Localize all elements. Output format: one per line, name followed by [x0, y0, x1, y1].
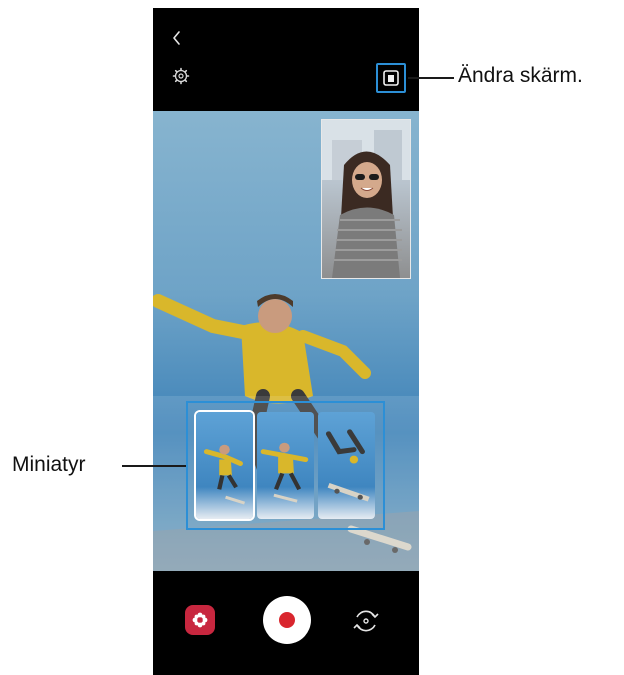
thumbnail-3[interactable]: [318, 412, 375, 519]
thumbnail-callout-line: [122, 465, 186, 467]
camera-viewfinder[interactable]: [153, 111, 419, 571]
chevron-left-icon: [173, 31, 180, 45]
settings-button[interactable]: [171, 66, 191, 86]
phone-screen: [153, 8, 419, 675]
thumbnail-2[interactable]: [257, 412, 314, 519]
change-screen-callout-line: [408, 77, 454, 79]
switch-camera-button[interactable]: [350, 605, 382, 637]
record-button[interactable]: [263, 596, 311, 644]
gear-icon: [172, 67, 190, 85]
thumbnail-1-image: [203, 444, 246, 505]
thumbnail-3-image: [325, 429, 370, 502]
record-icon: [279, 612, 295, 628]
camera-bottom-bar: [153, 571, 419, 675]
change-screen-callout-label: Ändra skärm.: [458, 64, 583, 87]
selfie-image: [322, 120, 410, 278]
camera-top-bar: [153, 8, 419, 111]
gallery-button[interactable]: [185, 605, 215, 635]
thumbnail-group[interactable]: [186, 401, 385, 530]
thumbnail-2-image: [260, 442, 309, 503]
thumbnail-1[interactable]: [196, 412, 253, 519]
change-screen-icon: [383, 70, 399, 86]
gallery-icon: [192, 612, 208, 628]
back-button[interactable]: [167, 28, 187, 48]
switch-camera-icon: [353, 610, 379, 632]
change-screen-button[interactable]: [376, 63, 406, 93]
thumbnail-callout-label: Miniatyr: [12, 453, 86, 476]
selfie-preview[interactable]: [321, 119, 411, 279]
